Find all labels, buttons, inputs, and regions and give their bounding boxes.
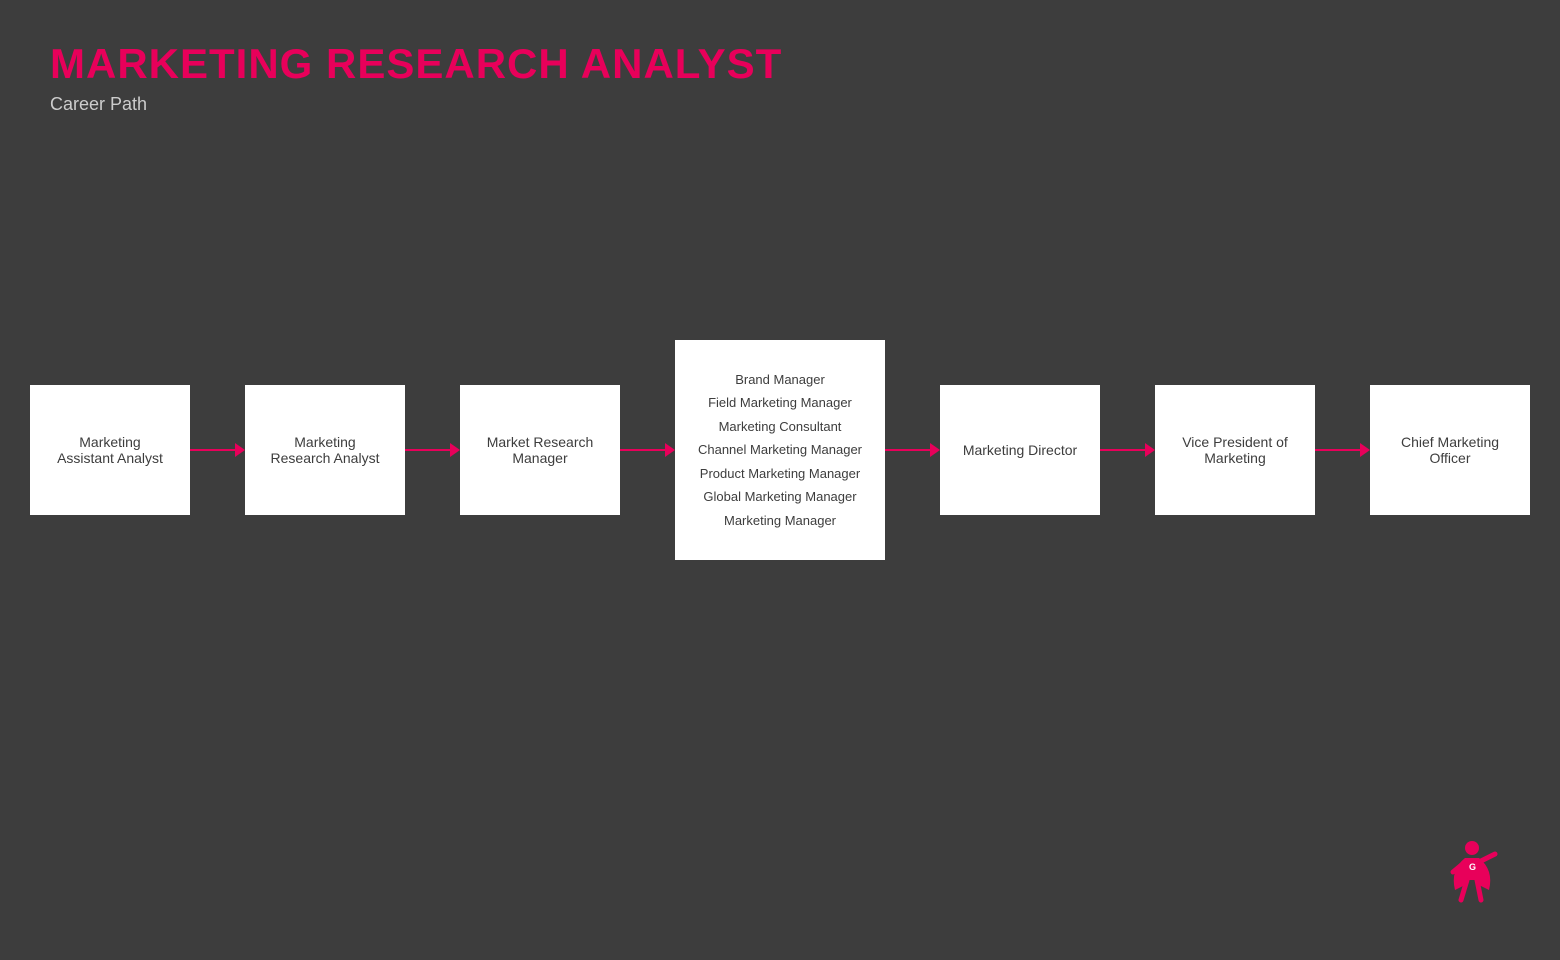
node-label: Marketing Director <box>963 442 1077 458</box>
node-label: Chief MarketingOfficer <box>1401 434 1499 466</box>
connector-2 <box>405 443 460 457</box>
node-label: Vice President ofMarketing <box>1182 434 1288 466</box>
node-cmo: Chief MarketingOfficer <box>1370 385 1530 515</box>
node-marketing-director: Marketing Director <box>940 385 1100 515</box>
connector-1 <box>190 443 245 457</box>
connector-line <box>620 449 666 451</box>
connector-line <box>405 449 451 451</box>
node-marketing-assistant-analyst: MarketingAssistant Analyst <box>30 385 190 515</box>
node-marketing-manager-group: Brand Manager Field Marketing Manager Ma… <box>675 340 885 560</box>
superhero-svg: G <box>1445 840 1500 905</box>
connector-line <box>1315 449 1361 451</box>
logo: G <box>1445 840 1500 910</box>
connector-arrow <box>1145 443 1155 457</box>
connector-4 <box>885 443 940 457</box>
page-title: MARKETING RESEARCH ANALYST <box>50 40 782 88</box>
connector-arrow <box>235 443 245 457</box>
multi-item: Channel Marketing Manager <box>698 440 862 460</box>
connector-line <box>885 449 931 451</box>
multi-item: Field Marketing Manager <box>708 393 852 413</box>
node-label: MarketingAssistant Analyst <box>57 434 163 466</box>
connector-line <box>190 449 236 451</box>
connector-line <box>1100 449 1146 451</box>
node-label: Market ResearchManager <box>487 434 594 466</box>
connector-6 <box>1315 443 1370 457</box>
page-subtitle: Career Path <box>50 94 782 115</box>
superhero-icon: G <box>1445 840 1500 910</box>
connector-5 <box>1100 443 1155 457</box>
multi-item: Global Marketing Manager <box>703 487 856 507</box>
connector-arrow <box>1360 443 1370 457</box>
career-path: MarketingAssistant Analyst MarketingRese… <box>0 340 1560 560</box>
multi-item: Marketing Manager <box>724 511 836 531</box>
node-market-research-manager: Market ResearchManager <box>460 385 620 515</box>
node-marketing-research-analyst: MarketingResearch Analyst <box>245 385 405 515</box>
multi-item: Brand Manager <box>735 370 825 390</box>
connector-arrow <box>450 443 460 457</box>
node-vp-marketing: Vice President ofMarketing <box>1155 385 1315 515</box>
connector-3 <box>620 443 675 457</box>
node-label: MarketingResearch Analyst <box>271 434 380 466</box>
connector-arrow <box>665 443 675 457</box>
svg-text:G: G <box>1469 862 1476 872</box>
header: MARKETING RESEARCH ANALYST Career Path <box>50 40 782 115</box>
multi-item: Product Marketing Manager <box>700 464 860 484</box>
multi-item: Marketing Consultant <box>719 417 842 437</box>
connector-arrow <box>930 443 940 457</box>
